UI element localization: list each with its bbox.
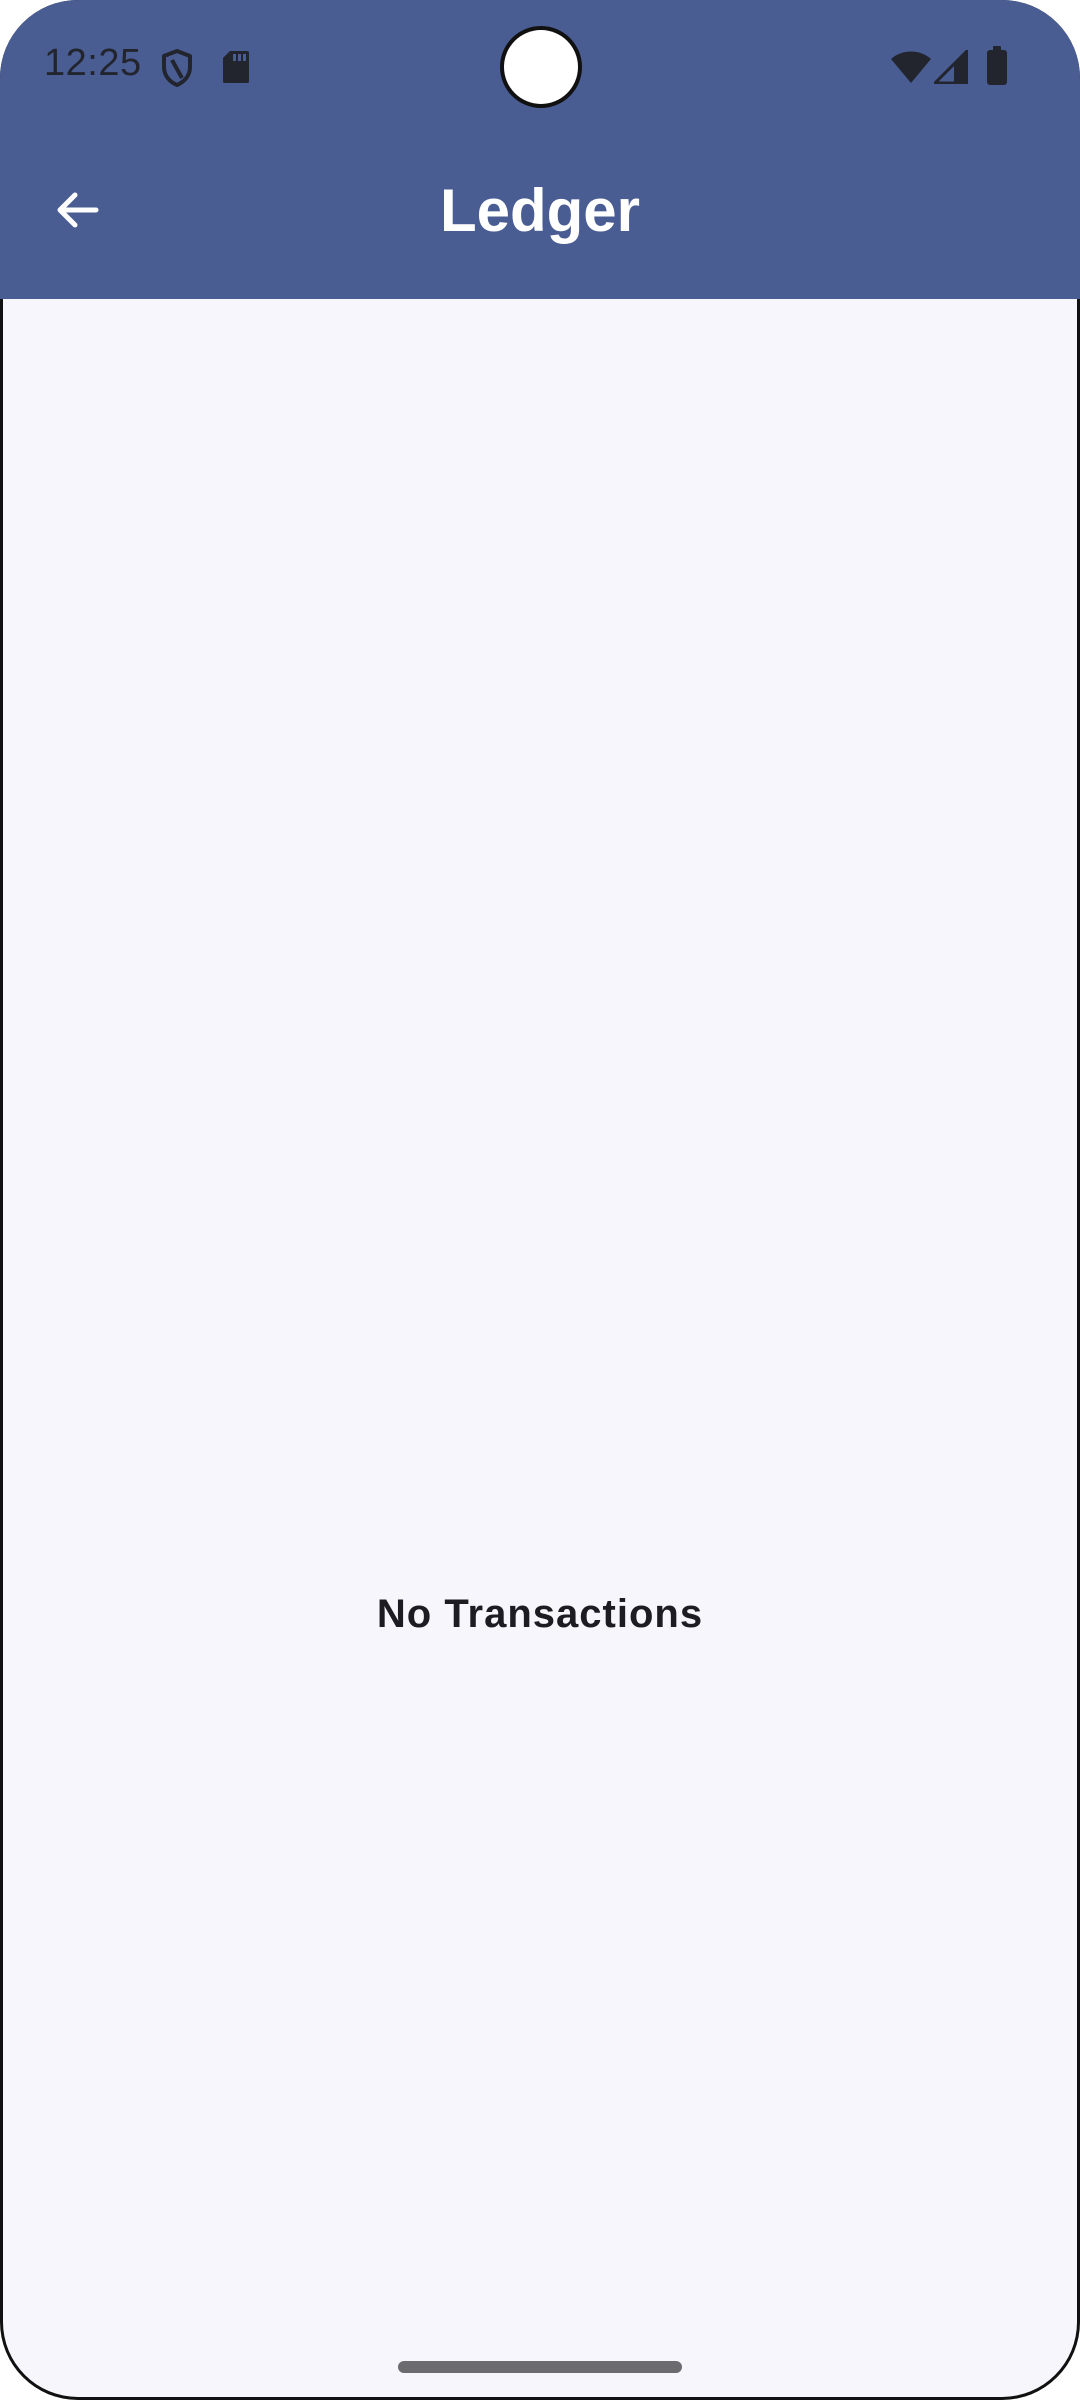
app-bar: Ledger (0, 135, 1080, 299)
sd-card-icon (223, 51, 249, 83)
cellular-signal-icon (934, 50, 968, 84)
battery-icon (987, 46, 1007, 85)
phone-screen: 12:25 Ledger No Transactions (0, 0, 1080, 2400)
gesture-nav-handle[interactable] (398, 2361, 682, 2373)
ledger-content: No Transactions (0, 299, 1080, 2400)
empty-state-message: No Transactions (376, 1592, 704, 1636)
wifi-icon (891, 51, 931, 83)
top-area: 12:25 Ledger (0, 0, 1080, 299)
front-camera-cutout (504, 30, 578, 104)
page-title: Ledger (439, 177, 641, 244)
shield-icon (162, 49, 192, 87)
status-time: 12:25 (44, 42, 142, 84)
